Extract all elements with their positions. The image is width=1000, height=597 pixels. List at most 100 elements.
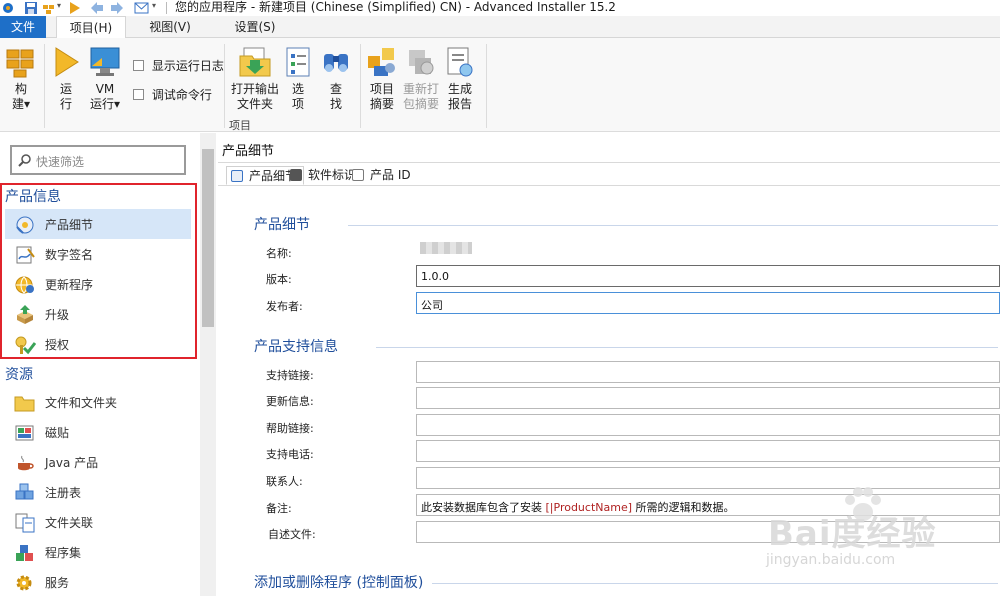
update-info-field[interactable]: [416, 387, 1000, 409]
repackage-summary-button[interactable]: 重新打 包摘要: [400, 46, 442, 112]
titlebar-divider: [166, 2, 167, 14]
debug-cmd-checkbox[interactable]: [133, 89, 144, 100]
help-link-field[interactable]: [416, 414, 1000, 436]
forward-arrow-icon[interactable]: [110, 1, 124, 15]
watermark-text: Bai度经验: [768, 514, 937, 554]
field-label-publisher: 发布者:: [266, 300, 303, 313]
blurred-name-value: [420, 242, 472, 254]
section-divider: [432, 583, 998, 584]
search-icon: [18, 153, 32, 170]
ribbon-separator: [360, 44, 361, 128]
report-label-2: 报告: [447, 97, 472, 111]
options-button[interactable]: 选 项: [282, 46, 314, 112]
tab-product-id[interactable]: 产品 ID: [348, 166, 417, 185]
vm-label-1: VM: [95, 82, 115, 96]
support-link-field[interactable]: [416, 361, 1000, 383]
sidebar-item-services[interactable]: 服务: [5, 567, 191, 597]
repackage-summary-icon: [400, 46, 442, 82]
open-output-label-1: 打开输出: [230, 82, 279, 96]
scrollbar-thumb[interactable]: [202, 149, 214, 327]
debug-cmd-option[interactable]: 调试命令行: [133, 86, 212, 103]
ribbon-separator: [44, 44, 45, 128]
sidebar-item-assemblies[interactable]: 程序集: [5, 537, 191, 567]
open-output-label-2: 文件夹: [236, 97, 273, 111]
title-bar: ▾ ▾ 您的应用程序 - 新建项目 (Chinese (Simplified) …: [0, 0, 1000, 16]
search-input[interactable]: 快速筛选: [10, 145, 186, 175]
publisher-value: 公司: [421, 299, 443, 312]
product-details-tab-icon: [231, 170, 243, 182]
find-button[interactable]: 查 找: [320, 46, 352, 112]
name-field[interactable]: [416, 237, 1000, 259]
open-output-folder-button[interactable]: 打开输出 文件夹: [228, 46, 282, 112]
search-placeholder: 快速筛选: [36, 155, 85, 169]
build-button[interactable]: 构 建▾: [4, 46, 38, 112]
services-gear-icon: [14, 573, 36, 593]
summary-label-1: 项目: [369, 82, 394, 96]
baidu-watermark: Bai度经验 jingyan.baidu.com: [760, 486, 980, 576]
tab-view[interactable]: 视图(V): [140, 16, 200, 38]
version-value: 1.0.0: [421, 270, 449, 283]
back-arrow-icon[interactable]: [90, 1, 104, 15]
sidebar-item-label: 注册表: [45, 486, 82, 500]
sidebar-item-file-associations[interactable]: 文件关联: [5, 507, 191, 537]
sidebar-item-java-products[interactable]: Java 产品: [5, 447, 191, 477]
field-label-support-link: 支持链接:: [266, 369, 314, 382]
run-quick-icon[interactable]: [68, 1, 82, 15]
ribbon: 构 建▾ 运 行 VM 运行▾ 显示运行日志 调试命令行 打开输出 文件夹 选 …: [0, 38, 1000, 132]
sidebar-item-label: 磁贴: [45, 426, 70, 440]
project-summary-icon: [364, 46, 400, 82]
field-label-version: 版本:: [266, 273, 292, 286]
build-quick-icon[interactable]: [42, 1, 56, 15]
sidebar: 快速筛选 产品信息 产品细节 数字签名 更新程序 升级 授权 资源 文件和文件夹…: [0, 133, 216, 596]
summary-label-2: 摘要: [369, 97, 394, 111]
repackage-label-1: 重新打: [402, 82, 439, 96]
menu-tab-bar: 文件 项目(H) 视图(V) 设置(S): [0, 16, 1000, 39]
sidebar-scrollbar[interactable]: [200, 133, 216, 596]
ribbon-group-project-label: 项目: [229, 119, 251, 132]
build-label-2: 建▾: [11, 97, 31, 111]
file-association-icon: [14, 513, 36, 533]
find-label-2: 找: [329, 97, 342, 111]
vm-run-button[interactable]: VM 运行▾: [86, 46, 124, 112]
show-log-label: 显示运行日志: [151, 59, 224, 73]
java-cup-icon: [14, 453, 36, 473]
tiles-icon: [14, 423, 36, 443]
sidebar-item-tiles[interactable]: 磁贴: [5, 417, 191, 447]
publisher-field[interactable]: 公司: [416, 292, 1000, 314]
open-folder-icon: [228, 46, 282, 82]
build-icon: [4, 46, 38, 82]
vm-monitor-icon: [86, 46, 124, 82]
repackage-label-2: 包摘要: [402, 97, 439, 111]
project-summary-button[interactable]: 项目 摘要: [364, 46, 400, 112]
section-title-product-details: 产品细节: [254, 217, 310, 233]
field-label-comments: 备注:: [266, 502, 292, 515]
show-log-option[interactable]: 显示运行日志: [133, 57, 224, 74]
save-icon[interactable]: [24, 1, 38, 15]
support-phone-field[interactable]: [416, 440, 1000, 462]
product-name-token: [|ProductName]: [545, 501, 633, 514]
tab-file[interactable]: 文件: [0, 16, 46, 38]
generate-report-button[interactable]: 生成 报告: [442, 46, 478, 112]
field-label-support-phone: 支持电话:: [266, 448, 314, 461]
sidebar-item-files-folders[interactable]: 文件和文件夹: [5, 387, 191, 417]
show-log-checkbox[interactable]: [133, 60, 144, 71]
customize-toolbar-icon[interactable]: ▾: [152, 1, 156, 15]
dropdown-arrow-icon[interactable]: ▾: [57, 1, 61, 15]
run-label-1: 运: [59, 82, 72, 96]
report-label-1: 生成: [447, 82, 472, 96]
field-label-contact: 联系人:: [266, 475, 303, 488]
tab-project[interactable]: 项目(H): [56, 16, 126, 39]
field-label-help-link: 帮助链接:: [266, 422, 314, 435]
comments-text-post: 所需的逻辑和数据。: [632, 501, 735, 514]
tab-settings[interactable]: 设置(S): [220, 16, 290, 38]
highlight-box: [0, 183, 197, 359]
version-field[interactable]: 1.0.0: [416, 265, 1000, 287]
sidebar-item-registry[interactable]: 注册表: [5, 477, 191, 507]
folder-icon: [14, 393, 36, 413]
app-logo-icon: [2, 1, 14, 15]
email-icon[interactable]: [134, 1, 150, 15]
window-title: 您的应用程序 - 新建项目 (Chinese (Simplified) CN) …: [175, 0, 616, 14]
sidebar-item-label: 服务: [45, 576, 70, 590]
run-button[interactable]: 运 行: [50, 46, 82, 112]
sidebar-item-label: Java 产品: [45, 456, 99, 470]
